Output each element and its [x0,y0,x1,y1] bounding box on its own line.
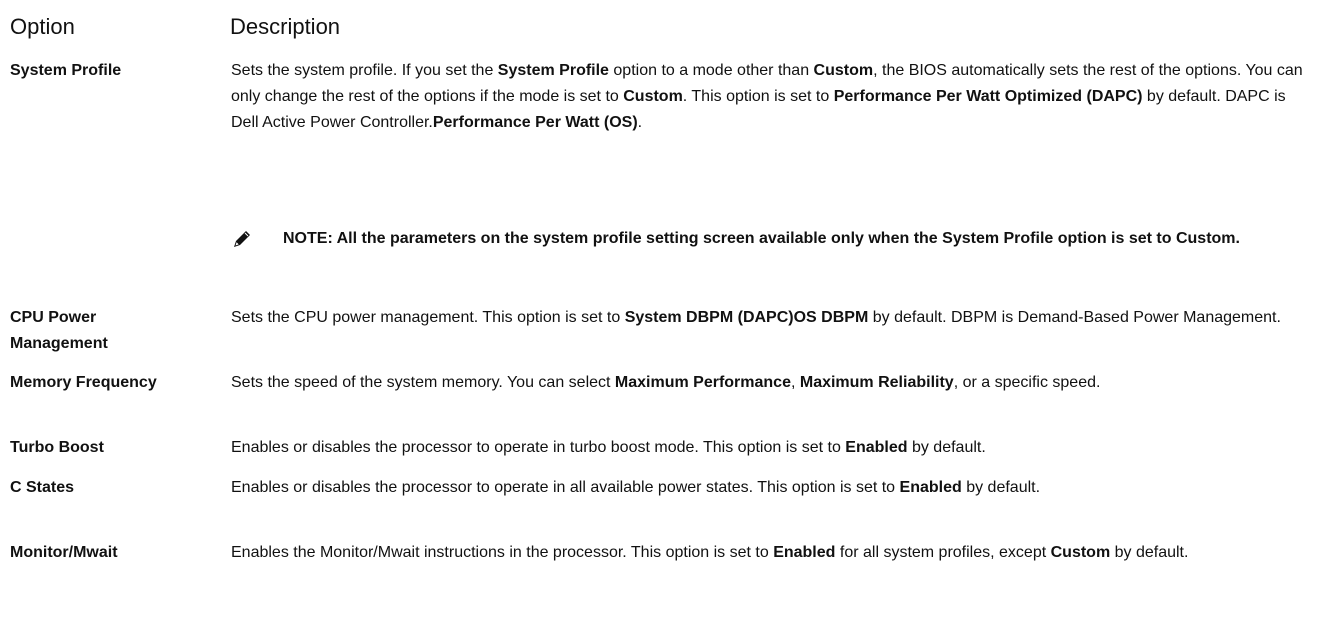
option-name: System Profile [10,62,122,79]
emphasized-term: Performance Per Watt Optimized (DAPC) [833,88,1143,105]
emphasized-term: Maximum Performance [614,374,791,391]
emphasized-term: Custom [623,88,683,105]
emphasized-term: Custom [813,62,874,79]
emphasized-term: Enabled [773,544,836,561]
option-description: Sets the CPU power management. This opti… [231,305,1311,331]
emphasized-term: System Profile [497,62,609,79]
note-text: NOTE: All the parameters on the system p… [283,230,1240,247]
pencil-note-icon [232,229,252,249]
description-text: by default. [961,479,1041,496]
description-column-header: Description [230,14,341,39]
description-text: , [790,374,800,391]
option-column-header: Option [10,14,75,39]
option-description: Enables or disables the processor to ope… [231,475,1311,501]
option-name: CPU Power Management [10,309,108,352]
option-name: Memory Frequency [10,374,157,391]
description-text: . [637,114,643,131]
emphasized-term: Maximum Reliability [799,374,954,391]
emphasized-term: Enabled [845,439,908,456]
description-text: Sets the speed of the system memory. You… [231,374,615,391]
description-text: Enables or disables the processor to ope… [231,479,900,496]
option-description: Enables or disables the processor to ope… [231,435,1311,461]
option-name: Turbo Boost [10,439,104,456]
description-text: option to a mode other than [608,62,814,79]
description-text: by default. DBPM is Demand-Based Power M… [868,309,1281,326]
option-name: C States [10,479,75,496]
emphasized-term: System DBPM (DAPC)OS DBPM [624,309,869,326]
option-name: Monitor/Mwait [10,544,118,561]
description-text: by default. [1110,544,1189,561]
emphasized-term: Enabled [899,479,962,496]
option-description: Sets the system profile. If you set the … [231,58,1311,136]
description-text: . This option is set to [682,88,834,105]
description-text: by default. [907,439,986,456]
description-text: Enables or disables the processor to ope… [231,439,846,456]
description-text: Enables the Monitor/Mwait instructions i… [231,544,774,561]
option-description: Sets the speed of the system memory. You… [231,370,1311,396]
document-page: Option Description System Profile Sets t… [0,0,1320,642]
table-header: Option Description [10,14,1310,46]
option-description: Enables the Monitor/Mwait instructions i… [231,540,1311,566]
emphasized-term: Custom [1050,544,1111,561]
description-text: Sets the system profile. If you set the [231,62,498,79]
description-text: , or a specific speed. [953,374,1101,391]
emphasized-term: Performance Per Watt (OS) [432,114,638,131]
description-text: Sets the CPU power management. This opti… [231,309,625,326]
description-text: for all system profiles, except [835,544,1051,561]
